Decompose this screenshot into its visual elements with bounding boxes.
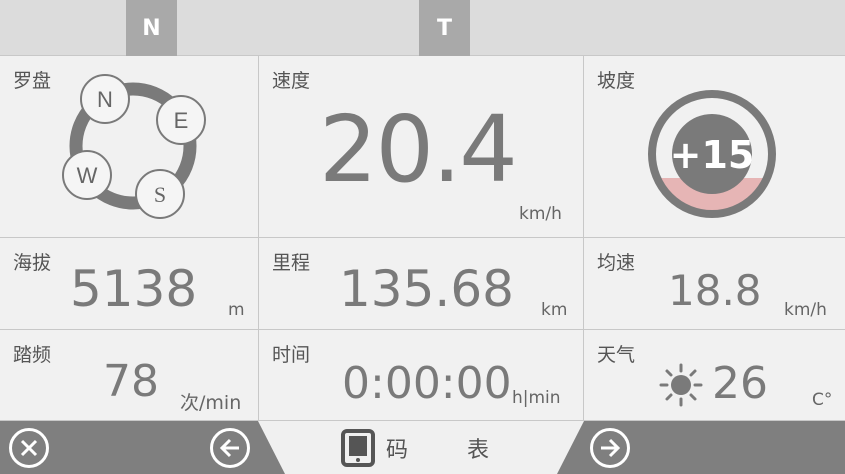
speed-panel: 速度 20.4 km/h (259, 56, 584, 238)
avg-speed-panel: 均速 18.8 km/h (584, 238, 845, 330)
tablet-icon (341, 428, 375, 467)
compass-n: N (80, 74, 130, 124)
cadence-unit: 次/min (180, 392, 242, 414)
compass-w: W (62, 150, 112, 200)
compass-e: E (156, 95, 206, 145)
cadence-value: 78 (103, 356, 159, 407)
speed-value: 20.4 (319, 96, 518, 203)
weather-value: 26 (712, 358, 768, 409)
app-title: 码 表 (340, 421, 515, 474)
slope-value: +15 (670, 133, 755, 177)
tab-t[interactable]: T (419, 0, 470, 56)
back-arrow-icon (219, 438, 239, 458)
altitude-panel: 海拔 5138 m (0, 238, 259, 330)
altitude-label: 海拔 (13, 252, 52, 274)
time-panel: 时间 0:00:00 h|min (259, 330, 584, 421)
time-label: 时间 (272, 344, 311, 366)
bottom-bar: 码 表 (0, 421, 845, 474)
speed-unit: km/h (519, 204, 562, 224)
tab-n-label: N (142, 15, 161, 41)
sun-icon (659, 363, 703, 407)
compass-n-text: N (97, 87, 113, 112)
time-unit: h|min (512, 388, 561, 408)
altitude-value: 5138 (70, 260, 198, 318)
tab-n[interactable]: N (126, 0, 177, 56)
forward-button[interactable] (590, 428, 630, 468)
speed-label: 速度 (272, 70, 311, 92)
close-button[interactable] (9, 428, 49, 468)
avg-speed-value: 18.8 (668, 266, 762, 315)
app-title-text: 码 表 (386, 437, 515, 463)
compass-e-text: E (174, 108, 189, 133)
distance-label: 里程 (272, 252, 311, 274)
back-button[interactable] (210, 428, 250, 468)
weather-label: 天气 (597, 344, 636, 366)
time-value: 0:00:00 (342, 358, 512, 409)
compass-w-text: W (77, 163, 98, 188)
distance-unit: km (541, 300, 568, 320)
close-icon (20, 439, 38, 457)
distance-panel: 里程 135.68 km (259, 238, 584, 330)
compass-icon: N E W S (62, 74, 206, 219)
compass-s-text: S (154, 182, 166, 207)
tab-t-label: T (436, 15, 452, 41)
slope-panel: 坡度 +15 (584, 56, 845, 238)
avg-speed-label: 均速 (597, 252, 636, 274)
distance-value: 135.68 (339, 260, 514, 318)
compass-panel: 罗盘 N E W S (0, 56, 259, 238)
altitude-unit: m (228, 300, 245, 320)
slope-gauge: +15 (648, 90, 776, 218)
compass-s: S (135, 169, 185, 219)
avg-speed-unit: km/h (784, 300, 827, 320)
dashboard-grid: 罗盘 N E W S 速度 20.4 km/h 坡度 +15 海拔 5138 m… (0, 56, 845, 421)
weather-panel: 天气 26 C° (584, 330, 845, 421)
top-bar: N T (0, 0, 845, 56)
weather-unit: C° (812, 390, 833, 410)
cadence-label: 踏频 (13, 344, 52, 366)
forward-arrow-icon (601, 438, 621, 458)
cadence-panel: 踏频 78 次/min (0, 330, 259, 421)
